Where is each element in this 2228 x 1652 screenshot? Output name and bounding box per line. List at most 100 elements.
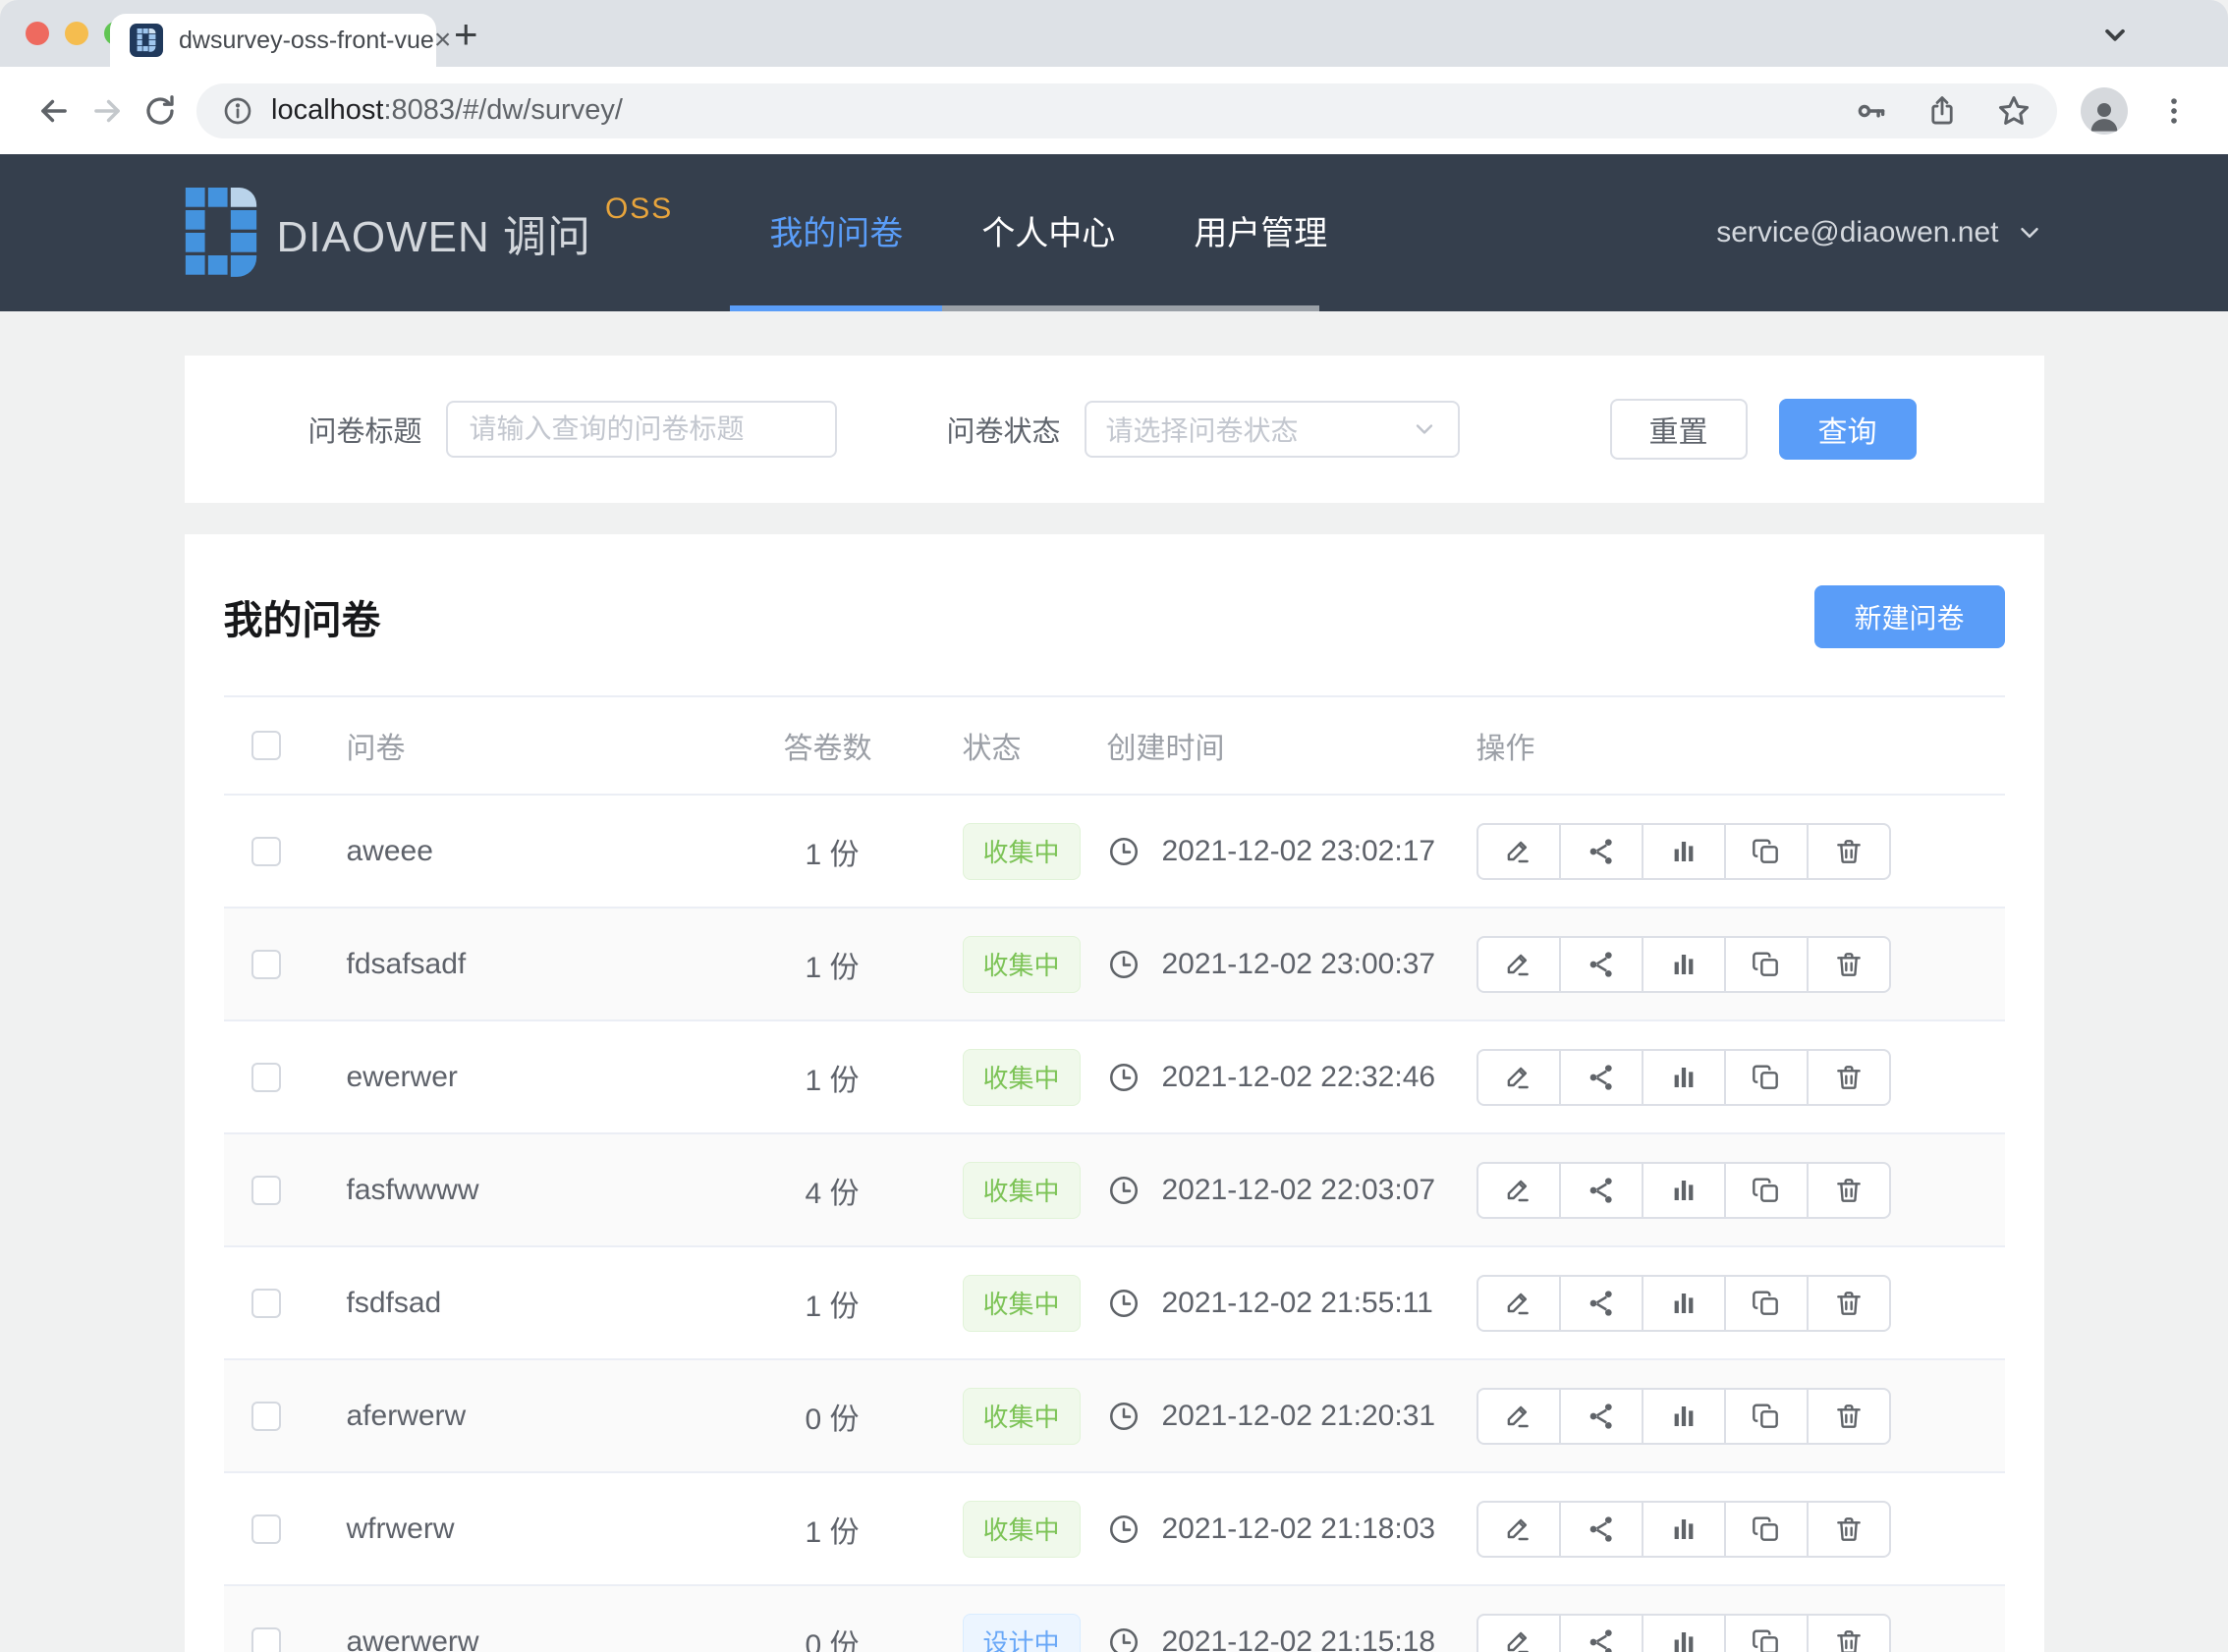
delete-button[interactable] [1807,936,1891,993]
stats-button[interactable] [1642,1388,1726,1445]
main-nav: 我的问卷 个人中心 用户管理 [730,154,1319,311]
copy-button[interactable] [1724,1049,1809,1106]
status-badge: 收集中 [963,1162,1081,1219]
nav-item-profile[interactable]: 个人中心 [942,154,1154,311]
delete-button[interactable] [1807,1049,1891,1106]
row-checkbox[interactable] [251,1063,281,1092]
row-actions [1476,823,1891,880]
nav-item-my-surveys[interactable]: 我的问卷 [730,154,942,311]
delete-button[interactable] [1807,1162,1891,1219]
row-checkbox[interactable] [251,1176,281,1205]
copy-button[interactable] [1724,1162,1809,1219]
share-button[interactable] [1559,1388,1643,1445]
password-key-icon[interactable] [1855,94,1888,128]
survey-title-input[interactable] [446,401,837,458]
row-checkbox[interactable] [251,1289,281,1318]
edit-button[interactable] [1476,936,1561,993]
share-button[interactable] [1559,1049,1643,1106]
share-button[interactable] [1559,823,1643,880]
url-bar[interactable]: localhost:8083/#/dw/survey/ [196,83,2057,138]
row-checkbox[interactable] [251,837,281,866]
delete-icon [1833,1626,1865,1652]
browser-profile-avatar[interactable] [2081,87,2128,135]
stats-icon [1669,837,1699,866]
brand-logo[interactable]: DIAOWEN 调问 OSS [185,154,674,311]
survey-status-select[interactable]: 请选择问卷状态 [1085,401,1460,458]
delete-button[interactable] [1807,1388,1891,1445]
copy-button[interactable] [1724,1388,1809,1445]
copy-button[interactable] [1724,936,1809,993]
delete-icon [1833,1175,1865,1206]
delete-icon [1833,1288,1865,1319]
copy-icon [1751,1062,1782,1093]
select-all-checkbox[interactable] [251,731,281,760]
forward-icon[interactable] [81,84,134,138]
delete-button[interactable] [1807,823,1891,880]
delete-button[interactable] [1807,1501,1891,1558]
new-tab-button[interactable]: + [454,14,478,55]
table-row: fdsafsadf1 份收集中2021-12-02 23:00:37 [224,909,2005,1021]
share-button[interactable] [1559,1275,1643,1332]
survey-status-placeholder: 请选择问卷状态 [1106,410,1299,449]
stats-button[interactable] [1642,1162,1726,1219]
nav-item-user-management[interactable]: 用户管理 [1154,154,1366,311]
stats-icon [1669,1063,1699,1092]
copy-button[interactable] [1724,1614,1809,1652]
edit-button[interactable] [1476,823,1561,880]
minimize-window-button[interactable] [65,22,88,45]
row-actions [1476,1275,1891,1332]
stats-button[interactable] [1642,1614,1726,1652]
search-button[interactable]: 查询 [1779,399,1917,460]
tab-search-chevron-icon[interactable] [2096,16,2134,53]
row-checkbox[interactable] [251,1402,281,1431]
stats-button[interactable] [1642,1275,1726,1332]
new-survey-button[interactable]: 新建问卷 [1814,585,2005,648]
account-menu[interactable]: service@diaowen.net [1716,154,2043,311]
bookmark-star-icon[interactable] [1996,93,2032,129]
page-info-icon[interactable] [222,95,253,127]
share-page-icon[interactable] [1925,94,1959,128]
row-checkbox[interactable] [251,950,281,979]
row-checkbox[interactable] [251,1514,281,1544]
edit-button[interactable] [1476,1162,1561,1219]
survey-name: aferwerw [347,1400,784,1433]
edit-button[interactable] [1476,1388,1561,1445]
browser-menu-dots-icon[interactable] [2147,84,2200,138]
close-window-button[interactable] [26,22,49,45]
reset-button[interactable]: 重置 [1610,399,1748,460]
row-checkbox[interactable] [251,1627,281,1652]
stats-button[interactable] [1642,936,1726,993]
created-time: 2021-12-02 21:20:31 [1093,1400,1476,1433]
reload-icon[interactable] [134,84,187,138]
share-icon [1586,1062,1617,1093]
delete-icon [1833,1062,1865,1093]
share-button[interactable] [1559,936,1643,993]
stats-button[interactable] [1642,1049,1726,1106]
edit-button[interactable] [1476,1501,1561,1558]
copy-button[interactable] [1724,823,1809,880]
copy-button[interactable] [1724,1275,1809,1332]
share-button[interactable] [1559,1501,1643,1558]
edit-button[interactable] [1476,1614,1561,1652]
app-header: DIAOWEN 调问 OSS 我的问卷 个人中心 用户管理 service@di… [0,154,2228,311]
answer-count: 1 份 [784,830,949,873]
edit-button[interactable] [1476,1275,1561,1332]
delete-icon [1833,836,1865,867]
edit-button[interactable] [1476,1049,1561,1106]
stats-button[interactable] [1642,1501,1726,1558]
share-button[interactable] [1559,1614,1643,1652]
share-button[interactable] [1559,1162,1643,1219]
stats-button[interactable] [1642,823,1726,880]
tab-close-icon[interactable]: × [434,26,452,55]
share-icon [1586,1626,1617,1652]
browser-tab[interactable]: dwsurvey-oss-front-vue × [110,14,436,67]
delete-icon [1833,949,1865,980]
copy-button[interactable] [1724,1501,1809,1558]
delete-button[interactable] [1807,1275,1891,1332]
table-row: ewerwer1 份收集中2021-12-02 22:32:46 [224,1021,2005,1134]
delete-button[interactable] [1807,1614,1891,1652]
status-badge: 收集中 [963,1049,1081,1106]
answer-count: 1 份 [784,1056,949,1099]
back-icon[interactable] [28,84,81,138]
brand-name: DIAOWEN 调问 [277,201,591,264]
